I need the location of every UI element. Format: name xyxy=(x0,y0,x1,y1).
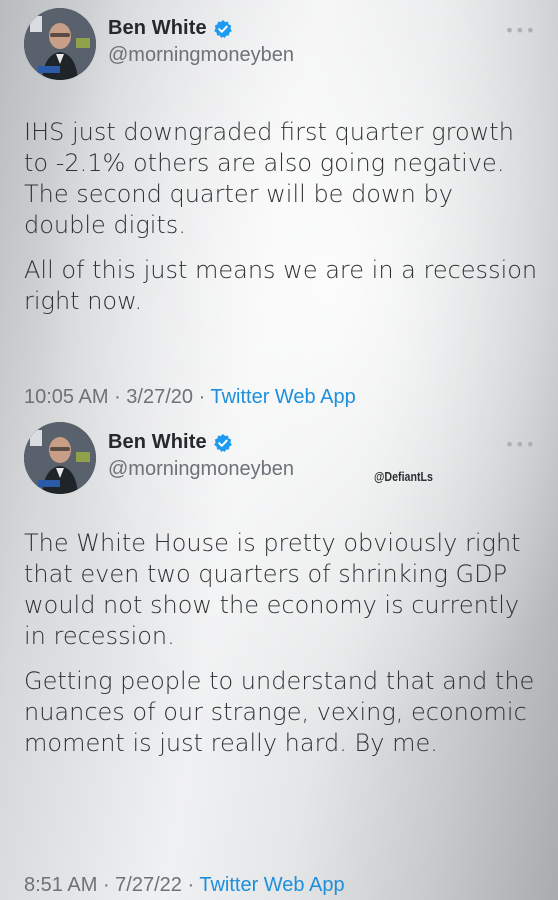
meta-separator: · xyxy=(102,874,116,896)
tweet-date[interactable]: 7/27/22 xyxy=(115,874,182,896)
avatar-photo xyxy=(24,8,96,80)
author-handle[interactable]: @morningmoneyben xyxy=(108,458,294,481)
author-name[interactable]: Ben White xyxy=(108,17,207,40)
avatar[interactable] xyxy=(24,8,96,80)
avatar[interactable] xyxy=(24,422,96,494)
tweet-text: The White House is pretty obviously righ… xyxy=(24,528,539,773)
tweet-date[interactable]: 3/27/20 xyxy=(126,386,193,408)
tweet-paragraph: IHS just downgraded first quarter growth… xyxy=(24,118,514,239)
tweet-paragraph: The White House is pretty obviously righ… xyxy=(24,529,521,650)
author-row: Ben White xyxy=(108,17,233,40)
author-handle[interactable]: @morningmoneyben xyxy=(108,44,294,67)
verified-badge-icon xyxy=(213,19,232,38)
tweet-paragraph: All of this just means we are in a reces… xyxy=(24,256,538,315)
author-row: Ben White xyxy=(108,431,233,454)
meta-separator: · xyxy=(114,386,127,408)
tweet-text: IHS just downgraded first quarter growth… xyxy=(24,117,539,331)
meta-separator: · xyxy=(187,874,200,896)
tweet-meta: 10:05 AM · 3/27/20 · Twitter Web App xyxy=(24,386,356,409)
tweet-source-link[interactable]: Twitter Web App xyxy=(210,386,355,408)
tweet-source-link[interactable]: Twitter Web App xyxy=(199,874,344,896)
author-name[interactable]: Ben White xyxy=(108,431,207,454)
tweet-card: Ben White @morningmoneyben ••• IHS just … xyxy=(0,0,558,420)
meta-separator: · xyxy=(198,386,211,408)
tweet-time[interactable]: 10:05 AM xyxy=(24,386,109,408)
tweet-paragraph: Getting people to understand that and th… xyxy=(24,667,535,757)
tweet-card: Ben White @morningmoneyben ••• @DefiantL… xyxy=(0,418,558,900)
tweet-meta: 8:51 AM · 7/27/22 · Twitter Web App xyxy=(24,874,345,897)
more-options-icon[interactable]: ••• xyxy=(505,23,536,39)
more-options-icon[interactable]: ••• xyxy=(505,437,536,453)
verified-badge-icon xyxy=(213,433,232,452)
watermark: @DefiantLs xyxy=(374,469,433,484)
avatar-photo xyxy=(24,422,96,494)
tweet-time[interactable]: 8:51 AM xyxy=(24,874,97,896)
